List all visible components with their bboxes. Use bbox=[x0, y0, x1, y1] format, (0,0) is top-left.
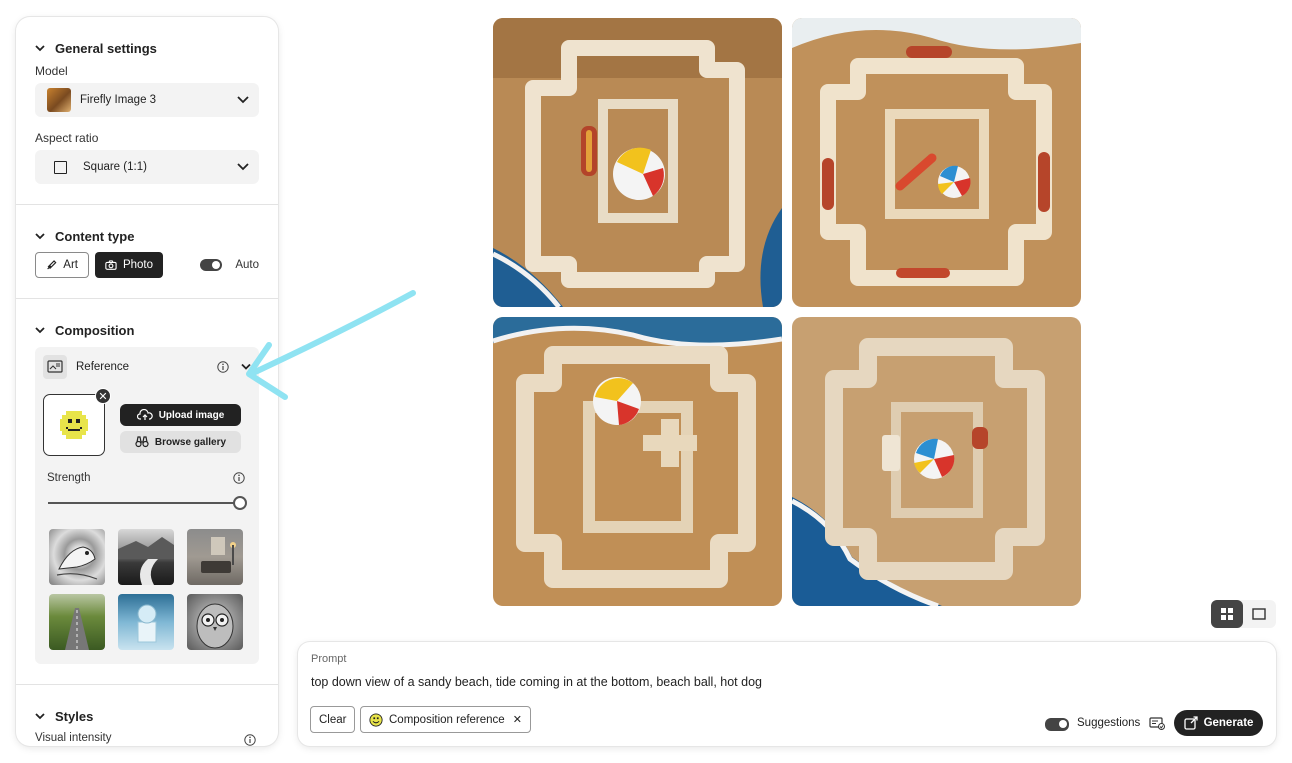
art-button[interactable]: Art bbox=[35, 252, 89, 278]
generated-image-1-art bbox=[493, 18, 782, 307]
strength-label: Strength bbox=[47, 472, 91, 484]
reference-thumbnail[interactable]: ✕ bbox=[43, 388, 111, 456]
gallery-thumb-bird-sketch[interactable] bbox=[49, 529, 105, 585]
generated-image-3[interactable] bbox=[493, 317, 782, 606]
chevron-down-icon bbox=[35, 713, 45, 720]
strength-slider-handle[interactable] bbox=[233, 496, 247, 510]
generate-icon bbox=[1183, 716, 1198, 730]
generated-image-4[interactable] bbox=[792, 317, 1081, 606]
info-icon[interactable] bbox=[217, 361, 229, 373]
generated-image-3-art bbox=[493, 317, 782, 606]
content-credentials-icon[interactable] bbox=[1149, 716, 1165, 730]
generated-image-2[interactable] bbox=[792, 18, 1081, 307]
square-icon bbox=[54, 160, 67, 174]
suggestions-label: Suggestions bbox=[1077, 717, 1141, 729]
auto-toggle[interactable] bbox=[200, 259, 223, 271]
content-type-title: Content type bbox=[55, 228, 135, 244]
cloud-upload-icon bbox=[136, 409, 153, 420]
gallery-thumb-sphere-cube[interactable] bbox=[118, 594, 174, 650]
browse-gallery-label: Browse gallery bbox=[154, 436, 227, 448]
clear-label: Clear bbox=[319, 713, 347, 726]
content-type-section: Content type Art Photo Auto bbox=[16, 205, 278, 278]
aspect-ratio-label: Aspect ratio bbox=[35, 131, 99, 145]
grid-icon bbox=[1221, 608, 1233, 620]
general-settings-header[interactable]: General settings bbox=[35, 38, 259, 58]
photo-label: Photo bbox=[122, 259, 153, 271]
composition-reference-label: Composition reference bbox=[389, 713, 505, 726]
visual-intensity-label: Visual intensity bbox=[35, 732, 112, 744]
gallery-thumb-river-valley[interactable] bbox=[118, 529, 174, 585]
aspect-ratio-value: Square (1:1) bbox=[83, 161, 147, 173]
generate-button[interactable]: Generate bbox=[1174, 710, 1263, 736]
generate-label: Generate bbox=[1203, 717, 1254, 729]
chevron-down-icon bbox=[35, 233, 45, 240]
styles-header[interactable]: Styles bbox=[35, 706, 259, 726]
generated-image-4-art bbox=[792, 317, 1081, 606]
chevron-down-icon bbox=[237, 163, 249, 171]
close-icon[interactable]: ✕ bbox=[513, 713, 522, 726]
clear-button[interactable]: Clear bbox=[310, 706, 356, 733]
reference-box: Reference ✕ Upload image Browse gallery … bbox=[35, 347, 259, 664]
model-label: Model bbox=[35, 64, 68, 78]
suggestions-toggle[interactable] bbox=[1045, 718, 1069, 731]
prompt-panel: Prompt top down view of a sandy beach, t… bbox=[298, 642, 1276, 746]
single-view-button[interactable] bbox=[1243, 600, 1275, 628]
chevron-down-icon bbox=[35, 45, 45, 52]
binoculars-icon bbox=[135, 436, 149, 448]
gallery-thumb-living-room[interactable] bbox=[187, 529, 243, 585]
generated-image-1[interactable] bbox=[493, 18, 782, 307]
general-settings-title: General settings bbox=[55, 40, 157, 56]
reference-label: Reference bbox=[76, 361, 130, 373]
reference-gallery bbox=[43, 529, 251, 650]
model-select[interactable]: Firefly Image 3 bbox=[35, 83, 259, 117]
pixel-smiley-image bbox=[60, 411, 88, 439]
styles-title: Styles bbox=[55, 708, 94, 724]
camera-icon bbox=[105, 260, 117, 270]
model-value: Firefly Image 3 bbox=[80, 94, 157, 106]
chevron-down-icon bbox=[237, 96, 249, 104]
composition-title: Composition bbox=[55, 322, 135, 338]
info-icon[interactable] bbox=[233, 472, 245, 484]
info-icon[interactable] bbox=[244, 734, 256, 746]
general-settings-section: General settings Model Firefly Image 3 A… bbox=[16, 17, 278, 184]
composition-reference-chip[interactable]: Composition reference ✕ bbox=[360, 706, 531, 733]
upload-image-button[interactable]: Upload image bbox=[120, 404, 241, 426]
strength-slider[interactable] bbox=[48, 496, 247, 510]
art-label: Art bbox=[63, 259, 78, 271]
upload-image-label: Upload image bbox=[158, 409, 225, 421]
art-brush-icon bbox=[47, 260, 57, 270]
gallery-thumb-owl-sketch[interactable] bbox=[187, 594, 243, 650]
auto-label: Auto bbox=[235, 259, 259, 271]
grid-view-button[interactable] bbox=[1211, 600, 1243, 628]
content-type-header[interactable]: Content type bbox=[35, 226, 259, 246]
chevron-down-icon bbox=[35, 327, 45, 334]
reference-icon bbox=[43, 355, 67, 379]
model-thumbnail bbox=[47, 88, 71, 112]
smiley-icon bbox=[369, 712, 383, 727]
photo-button[interactable]: Photo bbox=[95, 252, 163, 278]
browse-gallery-button[interactable]: Browse gallery bbox=[120, 431, 241, 453]
gallery-thumb-road-field[interactable] bbox=[49, 594, 105, 650]
remove-reference-icon[interactable]: ✕ bbox=[95, 388, 111, 404]
prompt-input[interactable]: top down view of a sandy beach, tide com… bbox=[311, 675, 762, 689]
styles-section: Styles Visual intensity bbox=[16, 685, 278, 746]
prompt-label: Prompt bbox=[311, 653, 347, 665]
aspect-ratio-select[interactable]: Square (1:1) bbox=[35, 150, 259, 184]
generated-image-2-art bbox=[792, 18, 1081, 307]
composition-header[interactable]: Composition bbox=[35, 320, 259, 340]
view-toggle bbox=[1211, 600, 1276, 628]
annotation-arrow-icon bbox=[246, 290, 416, 400]
reference-header[interactable]: Reference bbox=[43, 355, 251, 379]
square-icon bbox=[1252, 608, 1266, 620]
